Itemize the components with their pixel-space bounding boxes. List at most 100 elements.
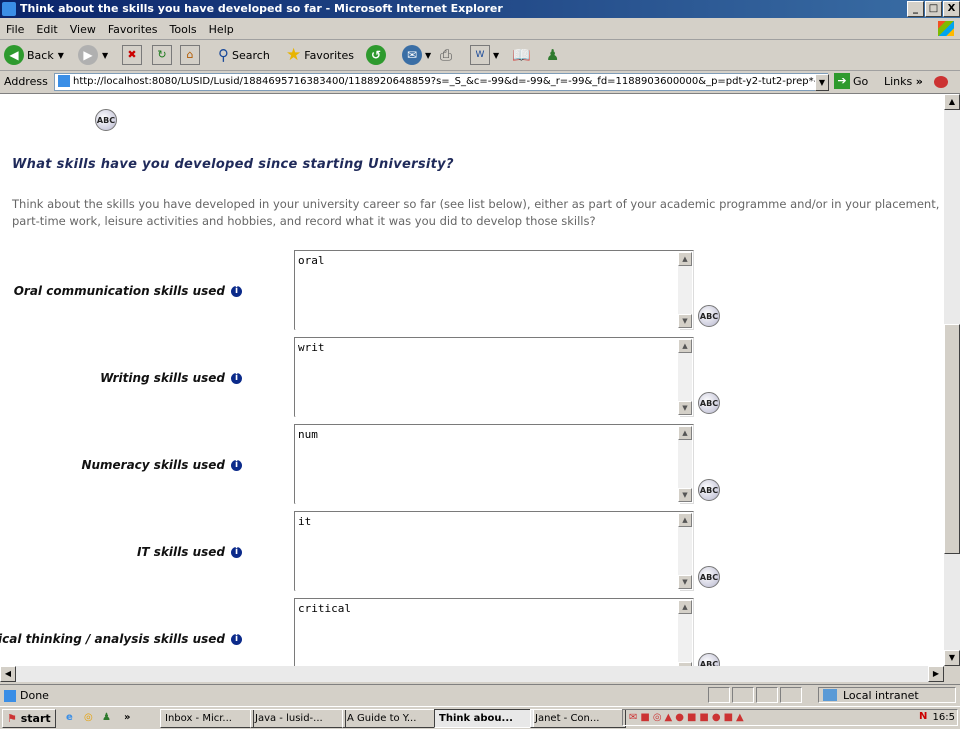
task-guide[interactable]: A Guide to Y... <box>342 709 438 728</box>
it-skills-textarea[interactable]: it <box>296 513 680 593</box>
menu-favorites[interactable]: Favorites <box>102 19 164 36</box>
info-icon[interactable]: i <box>231 547 242 558</box>
tray-icons[interactable]: ✉■◎▲●■■●■▲ <box>629 712 747 723</box>
windows-flag-icon: ⚑ <box>7 712 17 725</box>
info-icon[interactable]: i <box>231 634 242 645</box>
task-inbox[interactable]: Inbox - Micr... <box>160 709 254 728</box>
mail-dropdown-icon[interactable]: ▼ <box>425 51 431 60</box>
home-button[interactable]: ⌂ <box>180 44 200 66</box>
printer-icon: ⎙ <box>440 46 453 64</box>
textarea-scrollbar[interactable]: ▲▼ <box>678 339 692 415</box>
edit-button[interactable]: W ▼ <box>470 44 499 66</box>
toolbar-extension-icon[interactable] <box>934 76 949 88</box>
page-icon <box>4 690 16 702</box>
start-button[interactable]: ⚑ start <box>2 709 56 728</box>
edit-dropdown-icon[interactable]: ▼ <box>493 51 499 60</box>
scroll-thumb[interactable] <box>944 324 960 554</box>
scroll-up-icon[interactable]: ▲ <box>678 600 692 614</box>
textarea-scrollbar[interactable]: ▲▼ <box>678 426 692 502</box>
forward-button[interactable]: ▶ ▼ <box>78 44 108 66</box>
title-bar[interactable]: Think about the skills you have develope… <box>0 0 960 18</box>
critical-thinking-label: Critical thinking / analysis skills used… <box>0 632 242 646</box>
spellcheck-icon[interactable]: ABC <box>698 653 720 666</box>
refresh-button[interactable]: ↻ <box>152 44 172 66</box>
refresh-icon: ↻ <box>152 45 172 65</box>
address-dropdown-icon[interactable]: ▼ <box>815 74 829 91</box>
textarea-scrollbar[interactable]: ▲▼ <box>678 513 692 589</box>
task-java[interactable]: Java - lusid-... <box>250 709 346 728</box>
favorites-button[interactable]: ★ Favorites <box>286 44 354 66</box>
tray-n-icon[interactable]: N <box>919 711 927 722</box>
minimize-button[interactable]: _ <box>907 1 924 17</box>
print-button[interactable]: ⎙ <box>440 44 452 66</box>
field-label-text: Writing skills used <box>100 371 225 385</box>
scroll-up-icon[interactable]: ▲ <box>678 252 692 266</box>
windows-logo-icon <box>938 21 954 36</box>
menu-file[interactable]: File <box>0 19 30 36</box>
field-label-text: IT skills used <box>136 545 225 559</box>
scroll-up-icon[interactable]: ▲ <box>678 339 692 353</box>
back-dropdown-icon[interactable]: ▼ <box>58 51 64 60</box>
research-button[interactable]: 📖 <box>512 44 531 66</box>
messenger-button[interactable]: ♟ <box>546 44 559 66</box>
messenger-people-icon: ♟ <box>546 46 560 64</box>
scroll-down-icon[interactable]: ▼ <box>678 401 692 415</box>
scroll-down-icon[interactable]: ▼ <box>678 575 692 589</box>
search-button[interactable]: ⚲ Search <box>218 44 270 66</box>
task-janet[interactable]: Janet - Con... <box>530 709 626 728</box>
taskbar: ⚑ start e ◎ ♟ » Inbox - Micr... Java - l… <box>0 706 960 729</box>
favorites-label: Favorites <box>304 48 354 62</box>
critical-thinking-textarea[interactable]: critical <box>296 600 680 666</box>
spellcheck-icon[interactable]: ABC <box>698 305 720 327</box>
go-button[interactable]: ➔ Go <box>834 73 868 89</box>
spellcheck-icon[interactable]: ABC <box>698 392 720 414</box>
info-icon[interactable]: i <box>231 373 242 384</box>
security-zone: Local intranet <box>818 687 956 703</box>
scroll-right-icon[interactable]: ▶ <box>928 666 944 682</box>
scroll-up-icon[interactable]: ▲ <box>678 513 692 527</box>
history-icon: ↺ <box>366 45 386 65</box>
links-button[interactable]: Links » <box>884 75 949 88</box>
menu-view[interactable]: View <box>64 19 102 36</box>
back-button[interactable]: ◀ Back ▼ <box>4 44 64 66</box>
spellcheck-icon[interactable]: ABC <box>698 566 720 588</box>
scroll-down-icon[interactable]: ▼ <box>944 650 960 666</box>
status-bar: Done Local intranet <box>0 684 960 705</box>
task-think-about[interactable]: Think abou... <box>434 709 534 728</box>
field-label-text: Critical thinking / analysis skills used <box>0 632 225 646</box>
menu-tools[interactable]: Tools <box>164 19 203 36</box>
writing-skills-textarea[interactable]: writ <box>296 339 680 419</box>
system-tray: ✉■◎▲●■■●■▲ N 16:5 <box>622 709 958 726</box>
scroll-left-icon[interactable]: ◀ <box>0 666 16 682</box>
page-horizontal-scrollbar[interactable]: ◀ ▶ <box>0 666 944 682</box>
forward-dropdown-icon[interactable]: ▼ <box>102 51 108 60</box>
info-icon[interactable]: i <box>231 460 242 471</box>
scroll-down-icon[interactable]: ▼ <box>678 488 692 502</box>
back-arrow-icon: ◀ <box>4 45 24 65</box>
spellcheck-icon[interactable]: ABC <box>698 479 720 501</box>
menu-help[interactable]: Help <box>203 19 240 36</box>
spellcheck-icon[interactable]: ABC <box>95 109 117 131</box>
close-button[interactable]: X <box>943 1 960 17</box>
textarea-scrollbar[interactable]: ▲▼ <box>678 600 692 666</box>
scroll-up-icon[interactable]: ▲ <box>678 426 692 440</box>
quicklaunch-more-icon[interactable]: » <box>124 709 130 726</box>
numeracy-skills-textarea[interactable]: num <box>296 426 680 506</box>
quicklaunch-ie-icon[interactable]: e <box>66 709 73 726</box>
quicklaunch-messenger-icon[interactable]: ♟ <box>102 709 111 726</box>
address-input[interactable]: http://localhost:8080/LUSID/Lusid/188469… <box>54 73 828 91</box>
mail-button[interactable]: ✉ ▼ <box>402 44 431 66</box>
page-vertical-scrollbar[interactable]: ▲ ▼ <box>944 94 960 666</box>
info-icon[interactable]: i <box>231 286 242 297</box>
oral-skills-textarea[interactable]: oral <box>296 252 680 332</box>
history-button[interactable]: ↺ <box>366 44 386 66</box>
maximize-button[interactable]: □ <box>925 1 942 17</box>
menu-edit[interactable]: Edit <box>30 19 63 36</box>
textarea-scrollbar[interactable]: ▲▼ <box>678 252 692 328</box>
word-edit-icon: W <box>470 45 490 65</box>
quicklaunch-outlook-icon[interactable]: ◎ <box>84 709 93 726</box>
page-heading: What skills have you developed since sta… <box>12 157 454 172</box>
scroll-up-icon[interactable]: ▲ <box>944 94 960 110</box>
scroll-down-icon[interactable]: ▼ <box>678 314 692 328</box>
stop-button[interactable]: ✖ <box>122 44 142 66</box>
